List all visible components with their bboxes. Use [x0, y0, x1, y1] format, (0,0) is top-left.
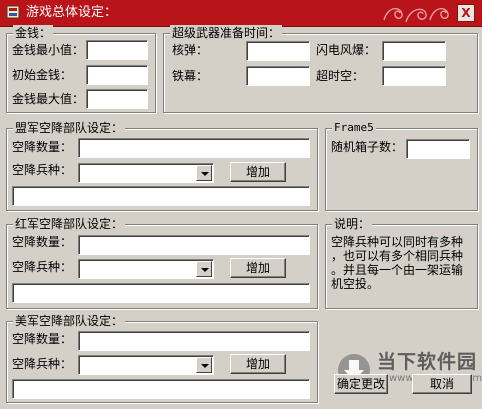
nuke-label: 核弹： — [172, 43, 209, 57]
frame5-group: Frame5 随机箱子数： — [325, 120, 478, 211]
allied-count-label: 空降数量： — [12, 140, 73, 154]
confirm-button[interactable]: 确定更改 — [334, 374, 388, 394]
title-bar: 游戏总体设定： X — [0, 0, 482, 27]
usa-type-select[interactable] — [78, 355, 214, 375]
chevron-down-icon[interactable] — [196, 165, 212, 181]
help-line-3: 。并且每一个由一架运输 — [331, 263, 464, 277]
help-group: 说明： 空降兵种可以同时有多种 ，也可以有多个相同兵种 。并且每一个由一架运输 … — [325, 216, 478, 309]
chevron-down-icon[interactable] — [196, 261, 212, 277]
soviet-type-select[interactable] — [78, 259, 214, 279]
frame5-legend: Frame5 — [332, 120, 376, 136]
money-min-input[interactable] — [86, 40, 148, 60]
usa-add-button[interactable]: 增加 — [230, 354, 286, 374]
usa-legend: 美军空降部队设定： — [13, 313, 126, 329]
help-line-2: ，也可以有多个相同兵种 — [331, 249, 464, 263]
window-title: 游戏总体设定： — [26, 5, 118, 20]
cancel-button[interactable]: 取消 — [412, 374, 472, 394]
app-icon — [6, 5, 20, 19]
soviet-group: 红军空降部队设定： 空降数量： 空降兵种： 增加 — [6, 216, 318, 309]
help-legend: 说明： — [332, 216, 373, 232]
watermark-text: 当下软件园 — [377, 351, 478, 373]
nuke-input[interactable] — [246, 41, 310, 61]
help-line-4: 机空投。 — [331, 277, 380, 291]
superweapon-group: 超级武器准备时间： 核弹： 闪电风爆： 铁幕： 超时空： — [163, 25, 478, 113]
storm-label: 闪电风爆： — [316, 43, 377, 57]
allied-group: 盟军空降部队设定： 空降数量： 空降兵种： 增加 — [6, 120, 318, 211]
crates-input[interactable] — [406, 139, 470, 159]
soviet-legend: 红军空降部队设定： — [13, 216, 126, 232]
soviet-type-label: 空降兵种： — [12, 260, 73, 274]
allied-add-button[interactable]: 增加 — [230, 162, 286, 182]
soviet-count-input[interactable] — [78, 235, 310, 255]
money-group: 金钱： 金钱最小值： 初始金钱： 金钱最大值： — [6, 25, 156, 113]
crates-label: 随机箱子数： — [331, 140, 404, 154]
chevron-down-icon[interactable] — [196, 357, 212, 373]
money-start-input[interactable] — [86, 65, 148, 85]
allied-type-label: 空降兵种： — [12, 163, 73, 177]
decorative-swirl-icon — [383, 7, 449, 23]
money-start-label: 初始金钱： — [12, 68, 73, 82]
close-button[interactable]: X — [457, 4, 475, 22]
usa-list-field[interactable] — [12, 379, 310, 399]
usa-count-input[interactable] — [78, 331, 310, 351]
allied-type-select[interactable] — [78, 163, 214, 183]
money-min-label: 金钱最小值： — [12, 43, 85, 57]
soviet-add-button[interactable]: 增加 — [230, 258, 286, 278]
allied-list-field[interactable] — [12, 186, 310, 206]
usa-group: 美军空降部队设定： 空降数量： 空降兵种： 增加 — [6, 313, 318, 403]
allied-legend: 盟军空降部队设定： — [13, 120, 126, 136]
usa-count-label: 空降数量： — [12, 332, 73, 346]
money-max-label: 金钱最大值： — [12, 92, 85, 106]
help-line-1: 空降兵种可以同时有多种 — [331, 235, 464, 249]
storm-input[interactable] — [382, 41, 446, 61]
allied-count-input[interactable] — [78, 138, 310, 158]
curtain-input[interactable] — [246, 66, 310, 86]
chrono-input[interactable] — [382, 66, 446, 86]
chrono-label: 超时空： — [316, 69, 365, 83]
usa-type-label: 空降兵种： — [12, 357, 73, 371]
soviet-count-label: 空降数量： — [12, 235, 73, 249]
money-legend: 金钱： — [13, 25, 54, 41]
soviet-list-field[interactable] — [12, 283, 310, 303]
curtain-label: 铁幕： — [172, 69, 209, 83]
superweapon-legend: 超级武器准备时间： — [170, 25, 283, 41]
money-max-input[interactable] — [86, 89, 148, 109]
